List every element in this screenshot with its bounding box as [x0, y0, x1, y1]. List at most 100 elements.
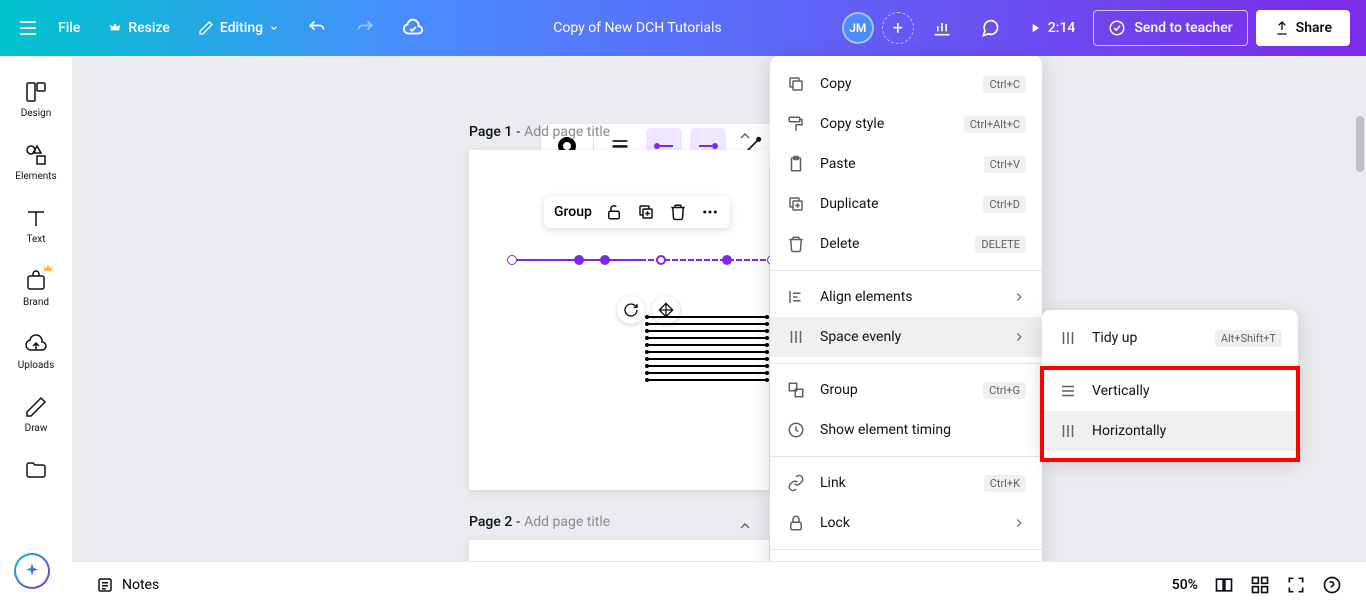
sidebar-item-elements[interactable]: Elements — [0, 135, 72, 190]
zoom-level[interactable]: 50% — [1172, 577, 1198, 593]
page1-header[interactable]: Page 1 - Add page title — [469, 124, 769, 140]
comment-icon — [980, 18, 1000, 38]
menu-label: Copy — [820, 76, 969, 92]
group-button[interactable]: Group — [554, 204, 592, 220]
menu-label: Tidy up — [1092, 330, 1201, 346]
menu-shortcut: Ctrl+K — [984, 475, 1026, 492]
grid-view-button[interactable] — [1250, 575, 1270, 595]
menu-copy[interactable]: Copy Ctrl+C — [770, 64, 1042, 104]
sidebar-item-draw[interactable]: Draw — [0, 387, 72, 442]
align-icon — [786, 287, 806, 307]
sidebar-item-uploads[interactable]: Uploads — [0, 324, 72, 379]
chevron-up-icon — [737, 128, 753, 144]
rotate-icon — [623, 302, 639, 318]
clipboard-icon — [786, 154, 806, 174]
menu-label: Horizontally — [1092, 423, 1282, 439]
menu-lock[interactable]: Lock — [770, 503, 1042, 543]
menu-label: Duplicate — [820, 196, 969, 212]
sidebar-item-design[interactable]: Design — [0, 72, 72, 127]
menu-label: Align elements — [820, 289, 998, 305]
lock-icon — [786, 513, 806, 533]
sparkle-icon — [23, 562, 41, 580]
tidy-icon — [1058, 328, 1078, 348]
duplicate-icon — [637, 203, 655, 221]
menu-button[interactable] — [16, 16, 40, 40]
file-menu[interactable]: File — [48, 14, 90, 42]
resize-button[interactable]: Resize — [98, 14, 180, 42]
top-toolbar: File Resize Editing Copy of New DCH Tuto… — [0, 0, 1366, 56]
page2-header[interactable]: Page 2 - Add page title — [469, 514, 769, 530]
fullscreen-button[interactable] — [1286, 575, 1306, 595]
duplicate-button[interactable] — [636, 202, 656, 222]
cloud-sync-button[interactable] — [393, 8, 433, 48]
submenu-horizontally[interactable]: Horizontally — [1042, 411, 1298, 451]
submenu-tidy[interactable]: Tidy up Alt+Shift+T — [1042, 318, 1298, 358]
crown-icon — [108, 21, 122, 35]
delete-button[interactable] — [668, 202, 688, 222]
uploads-icon — [24, 332, 48, 356]
rotate-handle[interactable] — [617, 296, 645, 324]
selection-bounds[interactable] — [512, 254, 772, 266]
lock-button[interactable] — [604, 202, 624, 222]
canvas-lines-group[interactable] — [647, 316, 767, 386]
bottom-toolbar: Notes 50% — [72, 561, 1366, 607]
analytics-button[interactable] — [922, 8, 962, 48]
share-button[interactable]: Share — [1256, 10, 1350, 46]
send-to-teacher-button[interactable]: Send to teacher — [1093, 10, 1247, 46]
sidebar-item-text[interactable]: Text — [0, 198, 72, 253]
menu-link[interactable]: Link Ctrl+K — [770, 463, 1042, 503]
redo-button[interactable] — [345, 8, 385, 48]
cloud-check-icon — [402, 17, 424, 39]
chevron-right-icon — [1012, 516, 1026, 530]
menu-divider — [1042, 364, 1298, 365]
folder-icon — [24, 458, 48, 482]
clock-icon — [786, 420, 806, 440]
trash-icon — [786, 234, 806, 254]
crown-badge-icon — [42, 263, 54, 275]
menu-copy-style[interactable]: Copy style Ctrl+Alt+C — [770, 104, 1042, 144]
present-button[interactable]: 2:14 — [1018, 14, 1086, 42]
editing-dropdown[interactable]: Editing — [188, 14, 289, 42]
left-sidebar: Design Elements Text Brand Uploads Draw — [0, 56, 72, 607]
sidebar-item-brand[interactable]: Brand — [0, 261, 72, 316]
undo-button[interactable] — [297, 8, 337, 48]
page-view-button[interactable] — [1214, 575, 1234, 595]
scrollbar[interactable] — [1356, 116, 1364, 561]
collapse-page1-button[interactable] — [737, 128, 753, 144]
menu-label: Show element timing — [820, 422, 1026, 438]
page-number: Page 1 — [469, 124, 512, 140]
sidebar-item-more[interactable] — [0, 450, 72, 490]
notes-button[interactable]: Notes — [96, 576, 159, 594]
menu-label: Space evenly — [820, 329, 998, 345]
brand-icon — [24, 269, 48, 293]
user-avatar[interactable]: JM — [842, 12, 874, 44]
chevron-right-icon — [1012, 330, 1026, 344]
context-menu: Copy Ctrl+C Copy style Ctrl+Alt+C Paste … — [770, 56, 1042, 604]
canvas-page-2[interactable] — [469, 540, 769, 561]
menu-space-evenly[interactable]: Space evenly — [770, 317, 1042, 357]
play-icon — [1028, 21, 1042, 35]
document-title[interactable]: Copy of New DCH Tutorials — [441, 20, 834, 36]
menu-align[interactable]: Align elements — [770, 277, 1042, 317]
comment-button[interactable] — [970, 8, 1010, 48]
add-collaborator-button[interactable]: + — [882, 12, 914, 44]
menu-duplicate[interactable]: Duplicate Ctrl+D — [770, 184, 1042, 224]
menu-shortcut: Ctrl+Alt+C — [964, 116, 1026, 133]
design-icon — [24, 80, 48, 104]
menu-group[interactable]: Group Ctrl+G — [770, 370, 1042, 410]
magic-button[interactable] — [14, 553, 50, 589]
submenu-vertically[interactable]: Vertically — [1042, 371, 1298, 411]
menu-paste[interactable]: Paste Ctrl+V — [770, 144, 1042, 184]
scrollbar-thumb[interactable] — [1356, 116, 1364, 172]
menu-delete[interactable]: Delete DELETE — [770, 224, 1042, 264]
menu-divider — [770, 363, 1042, 364]
chevron-up-icon — [737, 518, 753, 534]
more-options-button[interactable] — [700, 202, 720, 222]
help-button[interactable] — [1322, 575, 1342, 595]
collapse-page2-button[interactable] — [737, 518, 753, 534]
link-icon — [786, 473, 806, 493]
undo-icon — [307, 18, 327, 38]
menu-timing[interactable]: Show element timing — [770, 410, 1042, 450]
elements-icon — [24, 143, 48, 167]
canvas-area: A Page 1 - Add page title Group — [72, 56, 1366, 561]
